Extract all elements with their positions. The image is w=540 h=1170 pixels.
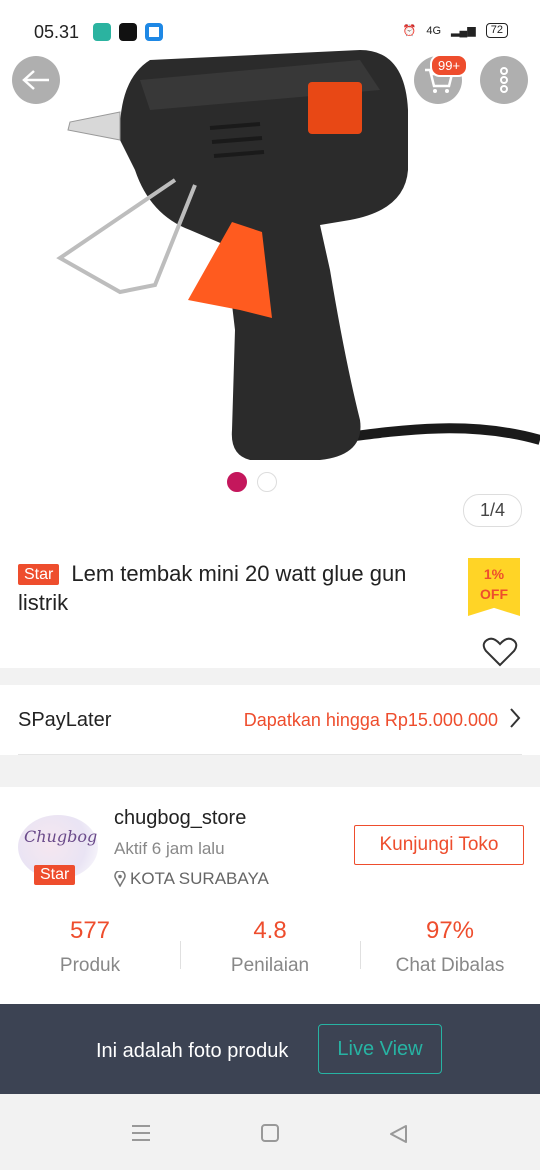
discount-tag: 1% OFF: [468, 558, 520, 616]
more-button[interactable]: [480, 56, 528, 104]
spaylater-label: SPayLater: [18, 709, 112, 731]
gallery-dots: [227, 472, 277, 492]
stat-value: 4.8: [253, 917, 287, 944]
product-photo-bar: Ini adalah foto produk Live View: [0, 1004, 540, 1094]
status-indicators: ⏰ 4G ▂▄▆ 72: [403, 23, 508, 38]
stat-label: Penilaian: [230, 955, 310, 976]
product-image[interactable]: 99+ 1/4: [0, 0, 540, 540]
shop-location: KOTA SURABAYA: [114, 869, 269, 889]
back-button[interactable]: [12, 56, 60, 104]
menu-icon[interactable]: [131, 1124, 151, 1142]
network-label: 4G: [426, 24, 442, 37]
system-nav-bar: [0, 1094, 540, 1170]
home-icon[interactable]: [260, 1124, 280, 1142]
stat-label: Produk: [59, 955, 121, 976]
arrow-left-icon: [22, 70, 49, 90]
gallery-dot-2[interactable]: [257, 472, 277, 492]
battery-level: 72: [485, 23, 508, 38]
shop-active-status: Aktif 6 jam lalu: [114, 839, 225, 858]
stat-label: Chat Dibalas: [395, 955, 505, 976]
photo-bar-text: Ini adalah foto produk: [96, 1040, 289, 1062]
more-vertical-icon: [500, 67, 508, 93]
shop-star-badge: Star: [34, 865, 76, 885]
gallery-dot-1[interactable]: [227, 472, 247, 492]
vidio-app-icon: [119, 23, 137, 41]
shop-location-text: KOTA SURABAYA: [130, 869, 269, 888]
product-title-text: Lem tembak mini 20 watt glue gun listrik: [18, 561, 407, 616]
image-counter: 1/4: [462, 494, 522, 527]
signal-icon: ▂▄▆: [451, 25, 476, 37]
stat-value: 577: [69, 917, 111, 944]
spaylater-value: Dapatkan hingga Rp15.000.000: [243, 710, 498, 730]
status-time: 05.31: [34, 22, 80, 42]
visit-shop-button[interactable]: Kunjungi Toko: [354, 825, 524, 865]
alarm-icon: ⏰: [402, 25, 417, 37]
stat-value: 97%: [425, 917, 475, 944]
heart-icon[interactable]: [482, 636, 518, 668]
spaylater-row[interactable]: SPayLater Dapatkan hingga Rp15.000.000: [0, 685, 540, 755]
discount-off: OFF: [480, 586, 508, 602]
status-bar: 05.31 ⏰ 4G ▂▄▆ 72: [0, 0, 540, 60]
shop-stats: 577 Produk 4.8 Penilaian 97% Chat Dibala…: [0, 917, 540, 977]
browser-app-icon: [145, 23, 163, 41]
live-view-button[interactable]: Live View: [318, 1024, 442, 1074]
status-app-icons: [93, 23, 163, 41]
star-badge: Star: [18, 564, 60, 586]
discount-percent: 1%: [483, 566, 505, 582]
stat-rating[interactable]: 4.8 Penilaian: [180, 917, 360, 977]
product-title: Star Lem tembak mini 20 watt glue gun lis…: [18, 560, 458, 617]
divider: [18, 754, 522, 755]
shop-name[interactable]: chugbog_store: [114, 807, 246, 830]
stat-chat-reply: 97% Chat Dibalas: [360, 917, 540, 977]
shop-card: Chugbog Star chugbog_store Aktif 6 jam l…: [0, 787, 540, 1004]
location-pin-icon: [114, 871, 126, 887]
back-triangle-icon[interactable]: [388, 1124, 408, 1144]
chevron-right-icon: [510, 708, 521, 728]
shop-logo-text: Chugbog: [24, 827, 98, 846]
chat-app-icon: [93, 23, 111, 41]
stat-products[interactable]: 577 Produk: [0, 917, 180, 977]
product-title-card: Star Lem tembak mini 20 watt glue gun lis…: [0, 540, 540, 668]
